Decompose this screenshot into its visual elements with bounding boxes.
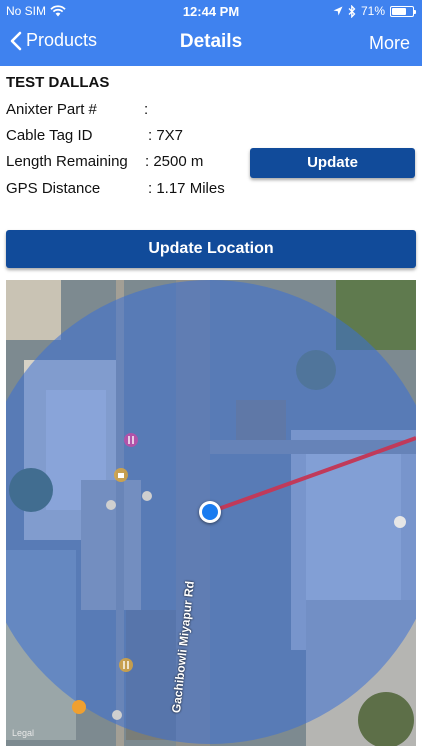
more-button[interactable]: More [369,33,410,54]
current-location-dot-inner [202,504,218,520]
status-right: 71% [333,4,416,18]
field-label: Cable Tag ID [6,127,93,144]
update-location-button[interactable]: Update Location [6,230,416,268]
poi-shopping-icon[interactable] [114,468,128,482]
poi-marker-icon[interactable] [142,491,152,501]
page-title: Details [179,31,243,52]
top-bar: No SIM 12:44 PM 71% Products Details Mor… [0,0,422,66]
field-row-part-number: Anixter Part # : [6,101,148,118]
map-view[interactable]: Gachibowli Miyapur Rd Legal [6,280,416,746]
poi-dining-icon[interactable] [119,658,133,672]
field-label: Length Remaining [6,153,128,170]
product-name: TEST DALLAS [6,74,110,91]
map-legal-label[interactable]: Legal [12,728,34,738]
field-value: : 7X7 [148,127,184,144]
battery-icon [390,5,416,17]
field-row-gps-distance: GPS Distance : 1.17 Miles [6,180,225,197]
poi-food-icon[interactable] [72,700,86,714]
field-value: : 1.17 Miles [148,180,225,197]
poi-marker-icon[interactable] [394,516,406,528]
field-row-length-remaining: Length Remaining : 2500 m [6,153,203,170]
field-label: GPS Distance [6,180,101,197]
navigation-bar: Products Details More [0,22,422,66]
location-arrow-icon [333,6,343,16]
field-value: : 2500 m [145,153,204,170]
update-button[interactable]: Update [250,148,415,178]
bluetooth-icon [348,4,356,18]
field-value: : [144,101,149,118]
status-bar: No SIM 12:44 PM 71% [0,0,422,22]
poi-marker-icon[interactable] [112,710,122,720]
current-location-dot[interactable] [199,501,221,523]
battery-level-fill [392,7,406,15]
poi-marker-icon[interactable] [106,500,116,510]
field-row-cable-tag: Cable Tag ID : 7X7 [6,127,183,144]
battery-percent: 71% [360,4,385,18]
poi-restaurant-icon[interactable] [124,433,138,447]
field-label: Anixter Part # [6,101,97,118]
